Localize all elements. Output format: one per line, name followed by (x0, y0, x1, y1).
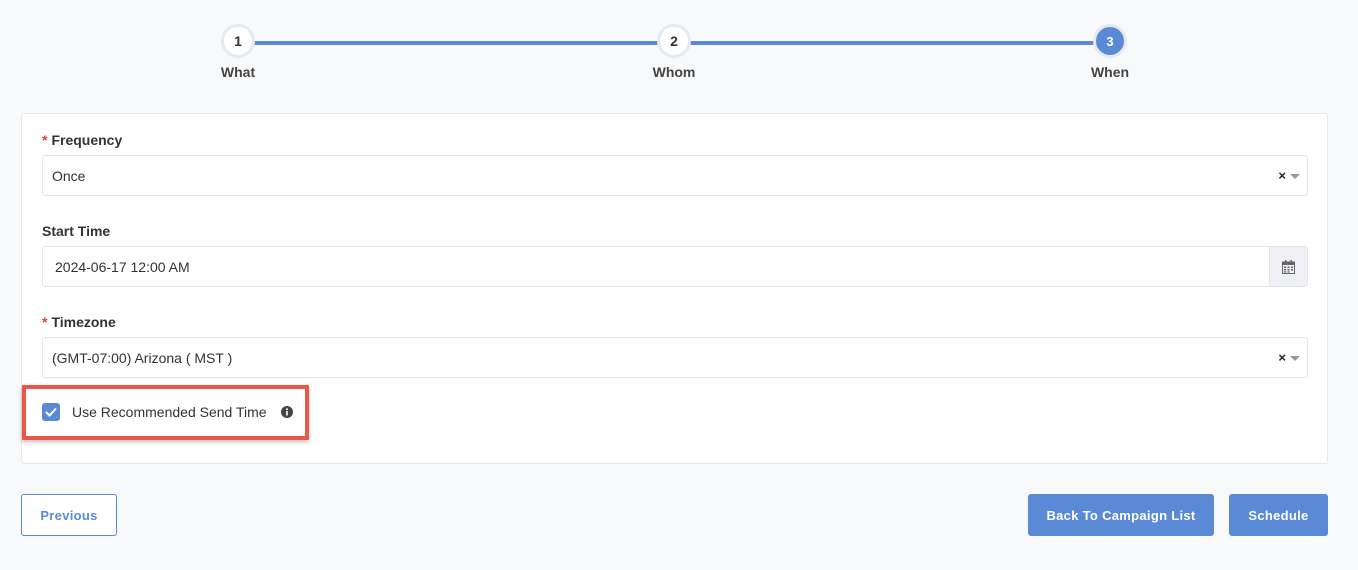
frequency-label: * Frequency (42, 132, 122, 148)
schedule-form-card: * Frequency Once × Start Time 2024-06-17 … (21, 113, 1328, 464)
clear-icon[interactable]: × (1278, 350, 1286, 365)
timezone-label: * Timezone (42, 314, 116, 330)
clear-icon[interactable]: × (1278, 168, 1286, 183)
step-whom[interactable]: 2 Whom (644, 24, 704, 80)
step-number: 3 (1093, 24, 1127, 58)
required-mark: * (42, 132, 48, 148)
calendar-icon[interactable] (1269, 247, 1307, 286)
previous-button[interactable]: Previous (21, 494, 117, 536)
step-label: Whom (652, 64, 696, 80)
step-number: 1 (221, 24, 255, 58)
step-when[interactable]: 3 When (1080, 24, 1140, 80)
start-time-input[interactable]: 2024-06-17 12:00 AM (42, 246, 1308, 287)
frequency-label-text: Frequency (51, 132, 123, 148)
frequency-select[interactable]: Once × (42, 155, 1308, 196)
chevron-down-icon[interactable] (1290, 356, 1300, 361)
info-icon[interactable] (280, 406, 293, 418)
required-mark: * (42, 314, 48, 330)
recommended-send-time-label[interactable]: Use Recommended Send Time (72, 404, 267, 420)
start-time-value[interactable]: 2024-06-17 12:00 AM (43, 259, 1269, 275)
back-to-campaign-list-button[interactable]: Back To Campaign List (1028, 494, 1214, 536)
schedule-button[interactable]: Schedule (1229, 494, 1328, 536)
frequency-value: Once (52, 167, 86, 184)
checkmark-icon (45, 407, 57, 417)
start-time-label: Start Time (42, 223, 111, 239)
step-number: 2 (657, 24, 691, 58)
timezone-value: (GMT-07:00) Arizona ( MST ) (52, 349, 233, 366)
step-what[interactable]: 1 What (208, 24, 268, 80)
recommended-send-time-checkbox[interactable] (42, 403, 60, 421)
recommended-send-time-row: Use Recommended Send Time (42, 403, 293, 421)
chevron-down-icon[interactable] (1290, 174, 1300, 179)
step-label: When (1090, 64, 1130, 80)
timezone-select[interactable]: (GMT-07:00) Arizona ( MST ) × (42, 337, 1308, 378)
step-label: What (220, 64, 256, 80)
stepper: 1 What 2 Whom 3 When (0, 0, 1358, 100)
timezone-label-text: Timezone (51, 314, 116, 330)
